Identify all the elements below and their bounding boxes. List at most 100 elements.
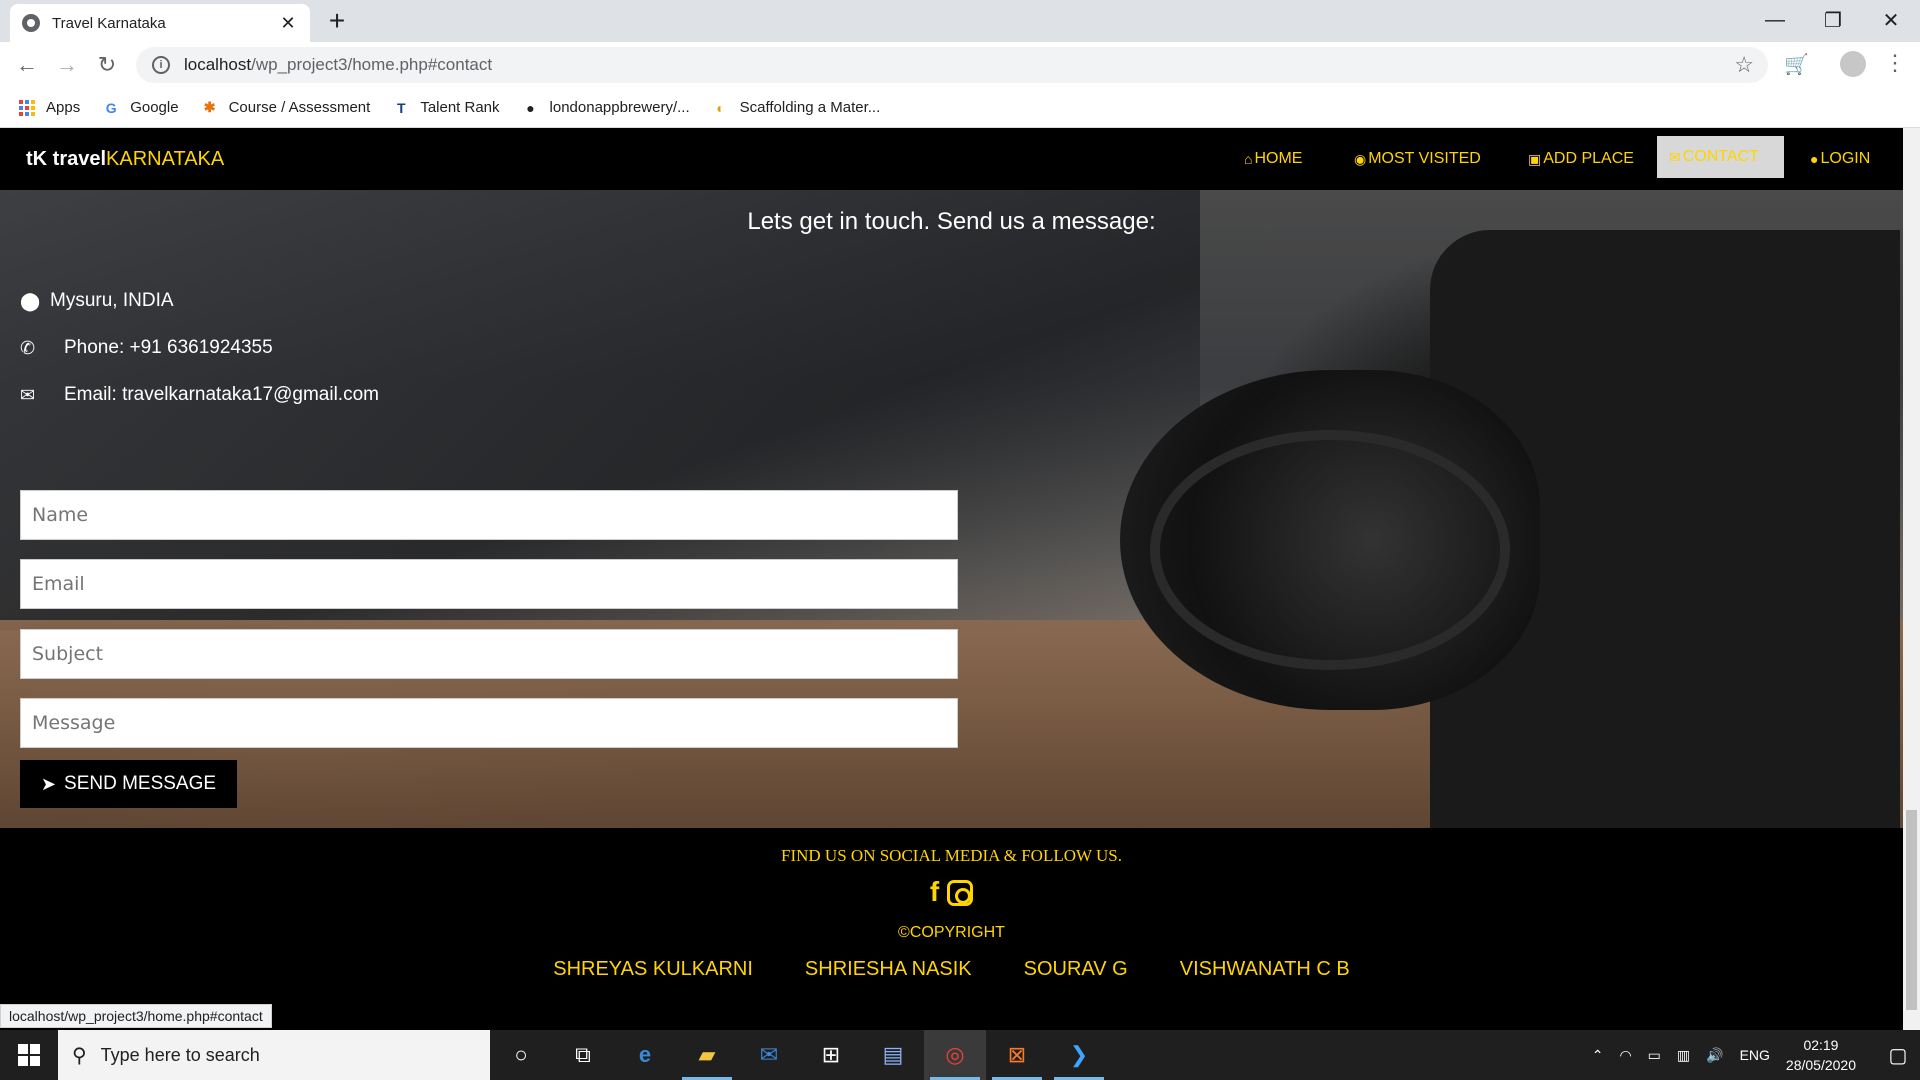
- battery-icon[interactable]: ▭: [1648, 1047, 1661, 1064]
- windows-taskbar: ⚲ Type here to search ○ ⧉ e ▰ ✉ ⊞ ▤ ◎ ⊠ …: [0, 1030, 1920, 1080]
- back-button[interactable]: ←: [12, 50, 42, 80]
- minimize-button[interactable]: —: [1746, 0, 1804, 40]
- camera-icon: ▣: [1528, 150, 1542, 167]
- clock-date: 28/05/2020: [1785, 1057, 1856, 1073]
- message-input[interactable]: [20, 698, 958, 748]
- contact-heading: Lets get in touch. Send us a message:: [747, 208, 1156, 235]
- instagram-icon[interactable]: [947, 880, 974, 906]
- nav-label: HOME: [1254, 150, 1303, 167]
- task-view-icon[interactable]: ⧉: [552, 1030, 614, 1080]
- maximize-button[interactable]: ❐: [1804, 0, 1862, 40]
- nav-login[interactable]: ● LOGIN: [1798, 128, 1882, 190]
- vscode-icon[interactable]: ❯: [1048, 1030, 1110, 1080]
- tab-close-button[interactable]: ✕: [278, 13, 298, 34]
- paper-plane-icon: ➤: [40, 773, 57, 794]
- bookmark-scaffolding[interactable]: ◐ Scaffolding a Mater...: [712, 99, 881, 117]
- reload-button[interactable]: ↻: [92, 50, 122, 80]
- contact-section: Lets get in touch. Send us a message: ⬤ …: [0, 190, 1903, 828]
- facebook-icon[interactable]: f: [930, 876, 939, 908]
- file-explorer-icon[interactable]: ▰: [676, 1030, 738, 1080]
- close-window-button[interactable]: ✕: [1862, 0, 1920, 40]
- background-camera-image: [1090, 190, 1903, 828]
- language-indicator[interactable]: ENG: [1740, 1047, 1770, 1063]
- logo-word: travel: [52, 148, 107, 170]
- bookmark-course-assessment[interactable]: ✱ Course / Assessment: [201, 99, 371, 117]
- url-path: /wp_project3/home.php#contact: [251, 55, 493, 74]
- volume-icon[interactable]: 🔊: [1706, 1047, 1723, 1064]
- edge-icon[interactable]: e: [614, 1030, 676, 1080]
- apps-grid-icon: [18, 99, 36, 117]
- logo-mark: tK: [26, 148, 48, 170]
- nav-contact[interactable]: ✉ CONTACT: [1657, 136, 1784, 178]
- bookmark-label: londonappbrewery/...: [549, 99, 690, 116]
- info-icon[interactable]: i: [152, 56, 170, 74]
- nav-label: ADD PLACE: [1543, 150, 1634, 167]
- nav-home[interactable]: ⌂ HOME: [1232, 128, 1314, 190]
- browser-menu-icon[interactable]: ⋮: [1884, 50, 1906, 76]
- address-bar[interactable]: i localhost /wp_project3/home.php#contac…: [136, 47, 1768, 83]
- bookmark-londonappbrewery[interactable]: ● londonappbrewery/...: [522, 99, 690, 117]
- remote-desktop-icon[interactable]: ▤: [862, 1030, 924, 1080]
- new-tab-button[interactable]: +: [322, 6, 352, 36]
- cortana-icon[interactable]: ○: [490, 1030, 552, 1080]
- wifi-icon[interactable]: ◠: [1619, 1047, 1631, 1064]
- location-text: Mysuru, INDIA: [50, 290, 174, 311]
- phone-text: Phone: +91 6361924355: [64, 337, 273, 358]
- xampp-icon[interactable]: ⊠: [986, 1030, 1048, 1080]
- social-links: f: [0, 876, 1903, 908]
- bookmark-star-icon[interactable]: ☆: [1734, 52, 1754, 78]
- scrollbar-thumb[interactable]: [1906, 810, 1917, 1010]
- send-message-button[interactable]: ➤ SEND MESSAGE: [20, 760, 237, 808]
- profile-avatar[interactable]: [1840, 51, 1866, 77]
- phone-icon: ✆: [20, 337, 36, 358]
- email-input[interactable]: [20, 559, 958, 609]
- author-name: SOURAV G: [1023, 958, 1128, 980]
- author-names: SHREYAS KULKARNI SHRIESHA NASIK SOURAV G…: [0, 958, 1903, 981]
- forward-button[interactable]: →: [52, 50, 82, 80]
- browser-tab[interactable]: Travel Karnataka ✕: [10, 4, 310, 42]
- clock[interactable]: 02:19 28/05/2020: [1786, 1035, 1856, 1075]
- site-logo[interactable]: tK travelKARNATAKA: [26, 148, 224, 171]
- shopping-cart-extension-icon[interactable]: 🛒: [1784, 52, 1809, 77]
- nav-add-place[interactable]: ▣ ADD PLACE: [1516, 128, 1646, 190]
- bookmark-label: Google: [130, 99, 179, 116]
- bookmark-talent-rank[interactable]: T Talent Rank: [392, 99, 500, 117]
- page-viewport: tK travelKARNATAKA ⌂ HOME ◉ MOST VISITED…: [0, 128, 1920, 1030]
- taskbar-search[interactable]: ⚲ Type here to search: [58, 1030, 490, 1080]
- bookmark-label: Scaffolding a Mater...: [739, 99, 881, 116]
- system-tray: ⌃ ◠ ▭ ▥ 🔊 ENG 02:19 28/05/2020 ▢: [1592, 1030, 1920, 1080]
- envelope-icon: ✉: [20, 384, 36, 405]
- mail-icon[interactable]: ✉: [738, 1030, 800, 1080]
- send-message-label: SEND MESSAGE: [64, 773, 217, 794]
- location-row: ⬤ Mysuru, INDIA: [20, 290, 174, 312]
- subject-input[interactable]: [20, 629, 958, 679]
- envelope-icon: ✉: [1669, 148, 1681, 165]
- nav-most-visited[interactable]: ◉ MOST VISITED: [1342, 128, 1493, 190]
- globe-icon: [22, 14, 40, 32]
- bookmark-google[interactable]: G Google: [102, 99, 179, 117]
- site-navbar: tK travelKARNATAKA ⌂ HOME ◉ MOST VISITED…: [0, 128, 1903, 190]
- chevron-up-icon[interactable]: ⌃: [1592, 1047, 1604, 1064]
- bookmark-label: Course / Assessment: [228, 99, 371, 116]
- store-icon[interactable]: ⊞: [800, 1030, 862, 1080]
- author-name: SHRIESHA NASIK: [804, 958, 972, 980]
- printer-icon[interactable]: ▥: [1677, 1047, 1690, 1064]
- bookmark-apps[interactable]: Apps: [18, 99, 80, 117]
- browser-tab-strip: Travel Karnataka ✕ + — ❐ ✕: [0, 0, 1920, 42]
- eye-icon: ◉: [1354, 150, 1367, 167]
- page-scrollbar[interactable]: [1903, 128, 1920, 1030]
- email-row: ✉ Email: travelkarnataka17@gmail.com: [20, 384, 379, 406]
- bookmarks-bar: Apps G Google ✱ Course / Assessment T Ta…: [0, 88, 1920, 128]
- name-input[interactable]: [20, 490, 958, 540]
- notification-icon[interactable]: ▢: [1876, 1043, 1920, 1068]
- author-name: SHREYAS KULKARNI: [553, 958, 753, 980]
- chrome-icon[interactable]: ◎: [924, 1030, 986, 1080]
- home-icon: ⌂: [1244, 151, 1253, 167]
- clock-time: 02:19: [1803, 1037, 1839, 1053]
- author-name: VISHWANATH C B: [1179, 958, 1350, 980]
- email-text: Email: travelkarnataka17@gmail.com: [64, 384, 379, 405]
- logo-highlight: KARNATAKA: [106, 148, 225, 170]
- bookmark-label: Talent Rank: [420, 99, 500, 116]
- tab-title: Travel Karnataka: [52, 14, 166, 32]
- start-button[interactable]: [0, 1030, 58, 1080]
